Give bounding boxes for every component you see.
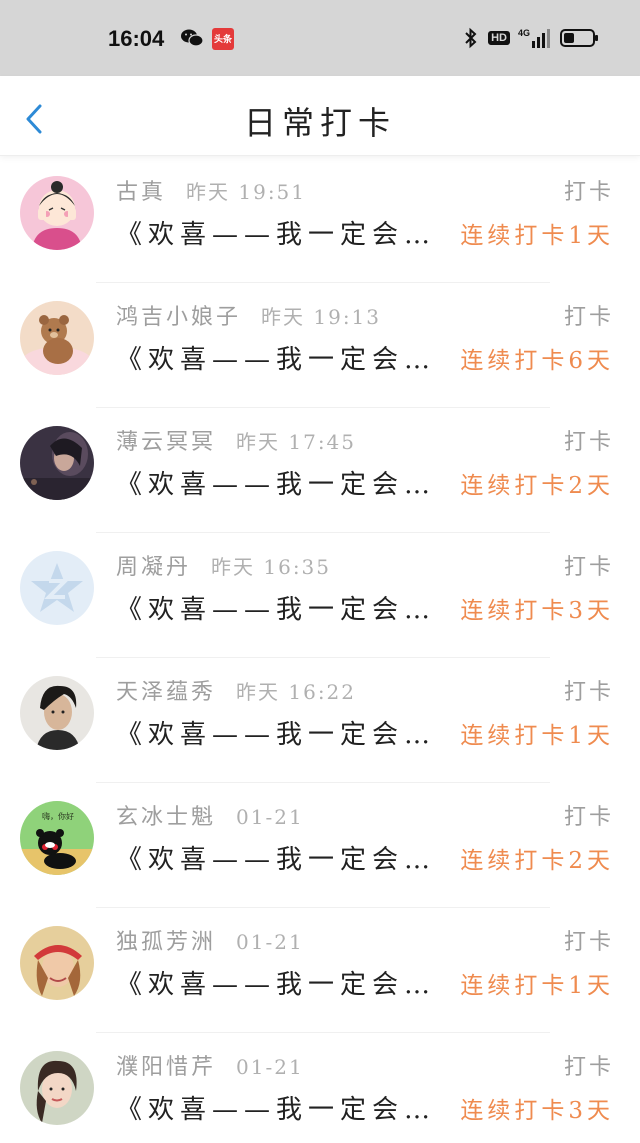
entry-time: 01-21 — [236, 805, 304, 829]
entry-meta: 周凝丹 昨天 16:35 — [116, 549, 331, 581]
user-name[interactable]: 濮阳惜芹 — [116, 1055, 216, 1080]
list-item[interactable]: 嗨，你好 玄冰士魁 01-21 打卡 《欢喜——我一定会带你去看极光》 连续打卡2… — [0, 783, 640, 908]
entry-title[interactable]: 《欢喜——我一定会带你去看极光》 — [116, 714, 436, 751]
woman-portrait-avatar — [20, 1051, 94, 1125]
avatar[interactable] — [20, 176, 94, 250]
signal-icon: 4G — [518, 28, 550, 48]
checkin-tag: 打卡 — [563, 1055, 614, 1080]
user-name[interactable]: 薄云冥冥 — [116, 430, 216, 455]
list-item[interactable]: 鸿吉小娘子昨天 19:13 打卡 《欢喜——我一定会带你去看极光》 连续打卡6天 — [0, 283, 640, 408]
list-item[interactable]: 濮阳惜芹 01-21 打卡 《欢喜——我一定会带你去看极光》 连续打卡3天 — [0, 1033, 640, 1143]
checkin-tag: 打卡 — [563, 805, 614, 830]
kumamon-caption: 嗨，你好 — [42, 811, 74, 821]
checkin-tag: 打卡 — [563, 305, 614, 330]
entry-meta: 鸿吉小娘子 昨天 19:13 — [116, 299, 381, 331]
streak-text: 连续打卡1天 — [460, 223, 614, 249]
entry-meta: 天泽蕴秀 昨天 16:22 — [116, 674, 356, 706]
user-name[interactable]: 古真 — [116, 180, 166, 205]
avatar[interactable] — [20, 551, 94, 625]
entry-time: 昨天 17:45 — [236, 430, 357, 454]
entry-meta: 濮阳惜芹 01-21 — [116, 1049, 304, 1081]
entry-title[interactable]: 《欢喜——我一定会带你去看极光》 — [116, 1089, 436, 1126]
user-name[interactable]: 天泽蕴秀 — [116, 680, 216, 705]
list-item[interactable]: 独孤芳洲 01-21 打卡 《欢喜——我一定会带你去看极光》 连续打卡1天 — [0, 908, 640, 1033]
avatar[interactable]: 嗨，你好 — [20, 801, 94, 875]
teddy-bear-avatar — [20, 301, 94, 375]
status-bar: 16:04 头条 HD 4G — [0, 0, 640, 76]
kumamon-avatar: 嗨，你好 — [20, 801, 94, 875]
default-logo-avatar — [20, 551, 94, 625]
user-name[interactable]: 玄冰士魁 — [116, 805, 216, 830]
entry-time: 昨天 19:13 — [261, 305, 382, 329]
svg-text:4G: 4G — [518, 28, 530, 38]
streak-text: 连续打卡2天 — [460, 848, 614, 874]
entry-meta: 玄冰士魁 01-21 — [116, 799, 304, 831]
streak-text: 连续打卡2天 — [460, 473, 614, 499]
avatar[interactable] — [20, 1051, 94, 1125]
entry-time: 昨天 16:22 — [236, 680, 357, 704]
avatar[interactable] — [20, 926, 94, 1000]
cartoon-girl-avatar — [20, 176, 94, 250]
checkin-tag: 打卡 — [563, 930, 614, 955]
status-time: 16:04 — [108, 26, 165, 51]
hd-badge: HD — [488, 31, 510, 45]
entry-title[interactable]: 《欢喜——我一定会带你去看极光》 — [116, 589, 436, 626]
entry-meta: 古真 昨天 19:51 — [116, 174, 306, 206]
user-name[interactable]: 独孤芳洲 — [116, 930, 216, 955]
wechat-icon — [181, 29, 204, 47]
battery-icon — [560, 29, 598, 47]
entry-title[interactable]: 《欢喜——我一定会带你去看极光》 — [116, 839, 436, 876]
entry-time: 01-21 — [236, 1055, 304, 1079]
entry-time: 昨天 19:51 — [186, 180, 307, 204]
toutiao-icon: 头条 — [212, 28, 234, 50]
entry-title[interactable]: 《欢喜——我一定会带你去看极光》 — [116, 964, 436, 1001]
page-title: 日常打卡 — [243, 104, 396, 142]
avatar[interactable] — [20, 301, 94, 375]
streak-text: 连续打卡3天 — [460, 1098, 614, 1124]
entry-time: 01-21 — [236, 930, 304, 954]
entry-time: 昨天 16:35 — [211, 555, 332, 579]
streak-text: 连续打卡1天 — [460, 973, 614, 999]
list-item[interactable]: 古真昨天 19:51 打卡 《欢喜——我一定会带你去看极光》 连续打卡1天 — [0, 158, 640, 283]
checkin-tag: 打卡 — [563, 555, 614, 580]
avatar[interactable] — [20, 426, 94, 500]
entry-meta: 独孤芳洲 01-21 — [116, 924, 304, 956]
entry-title[interactable]: 《欢喜——我一定会带你去看极光》 — [116, 464, 436, 501]
entry-title[interactable]: 《欢喜——我一定会带你去看极光》 — [116, 214, 436, 251]
dark-portrait-avatar — [20, 426, 94, 500]
checkin-tag: 打卡 — [563, 180, 614, 205]
user-name[interactable]: 鸿吉小娘子 — [116, 305, 241, 330]
bluetooth-icon — [465, 27, 477, 49]
user-name[interactable]: 周凝丹 — [116, 555, 191, 580]
nav-bar: 日常打卡 — [0, 76, 640, 156]
list-item[interactable]: 薄云冥冥昨天 17:45 打卡 《欢喜——我一定会带你去看极光》 连续打卡2天 — [0, 408, 640, 533]
checkin-list: 古真昨天 19:51 打卡 《欢喜——我一定会带你去看极光》 连续打卡1天 鸿吉… — [0, 158, 640, 1143]
man-portrait-avatar — [20, 676, 94, 750]
checkin-tag: 打卡 — [563, 680, 614, 705]
streak-text: 连续打卡1天 — [460, 723, 614, 749]
entry-title[interactable]: 《欢喜——我一定会带你去看极光》 — [116, 339, 436, 376]
avatar[interactable] — [20, 676, 94, 750]
checkin-tag: 打卡 — [563, 430, 614, 455]
list-item[interactable]: 天泽蕴秀昨天 16:22 打卡 《欢喜——我一定会带你去看极光》 连续打卡1天 — [0, 658, 640, 783]
entry-meta: 薄云冥冥 昨天 17:45 — [116, 424, 356, 456]
streak-text: 连续打卡3天 — [460, 598, 614, 624]
girl-hat-avatar — [20, 926, 94, 1000]
list-item[interactable]: 周凝丹昨天 16:35 打卡 《欢喜——我一定会带你去看极光》 连续打卡3天 — [0, 533, 640, 658]
streak-text: 连续打卡6天 — [460, 348, 614, 374]
